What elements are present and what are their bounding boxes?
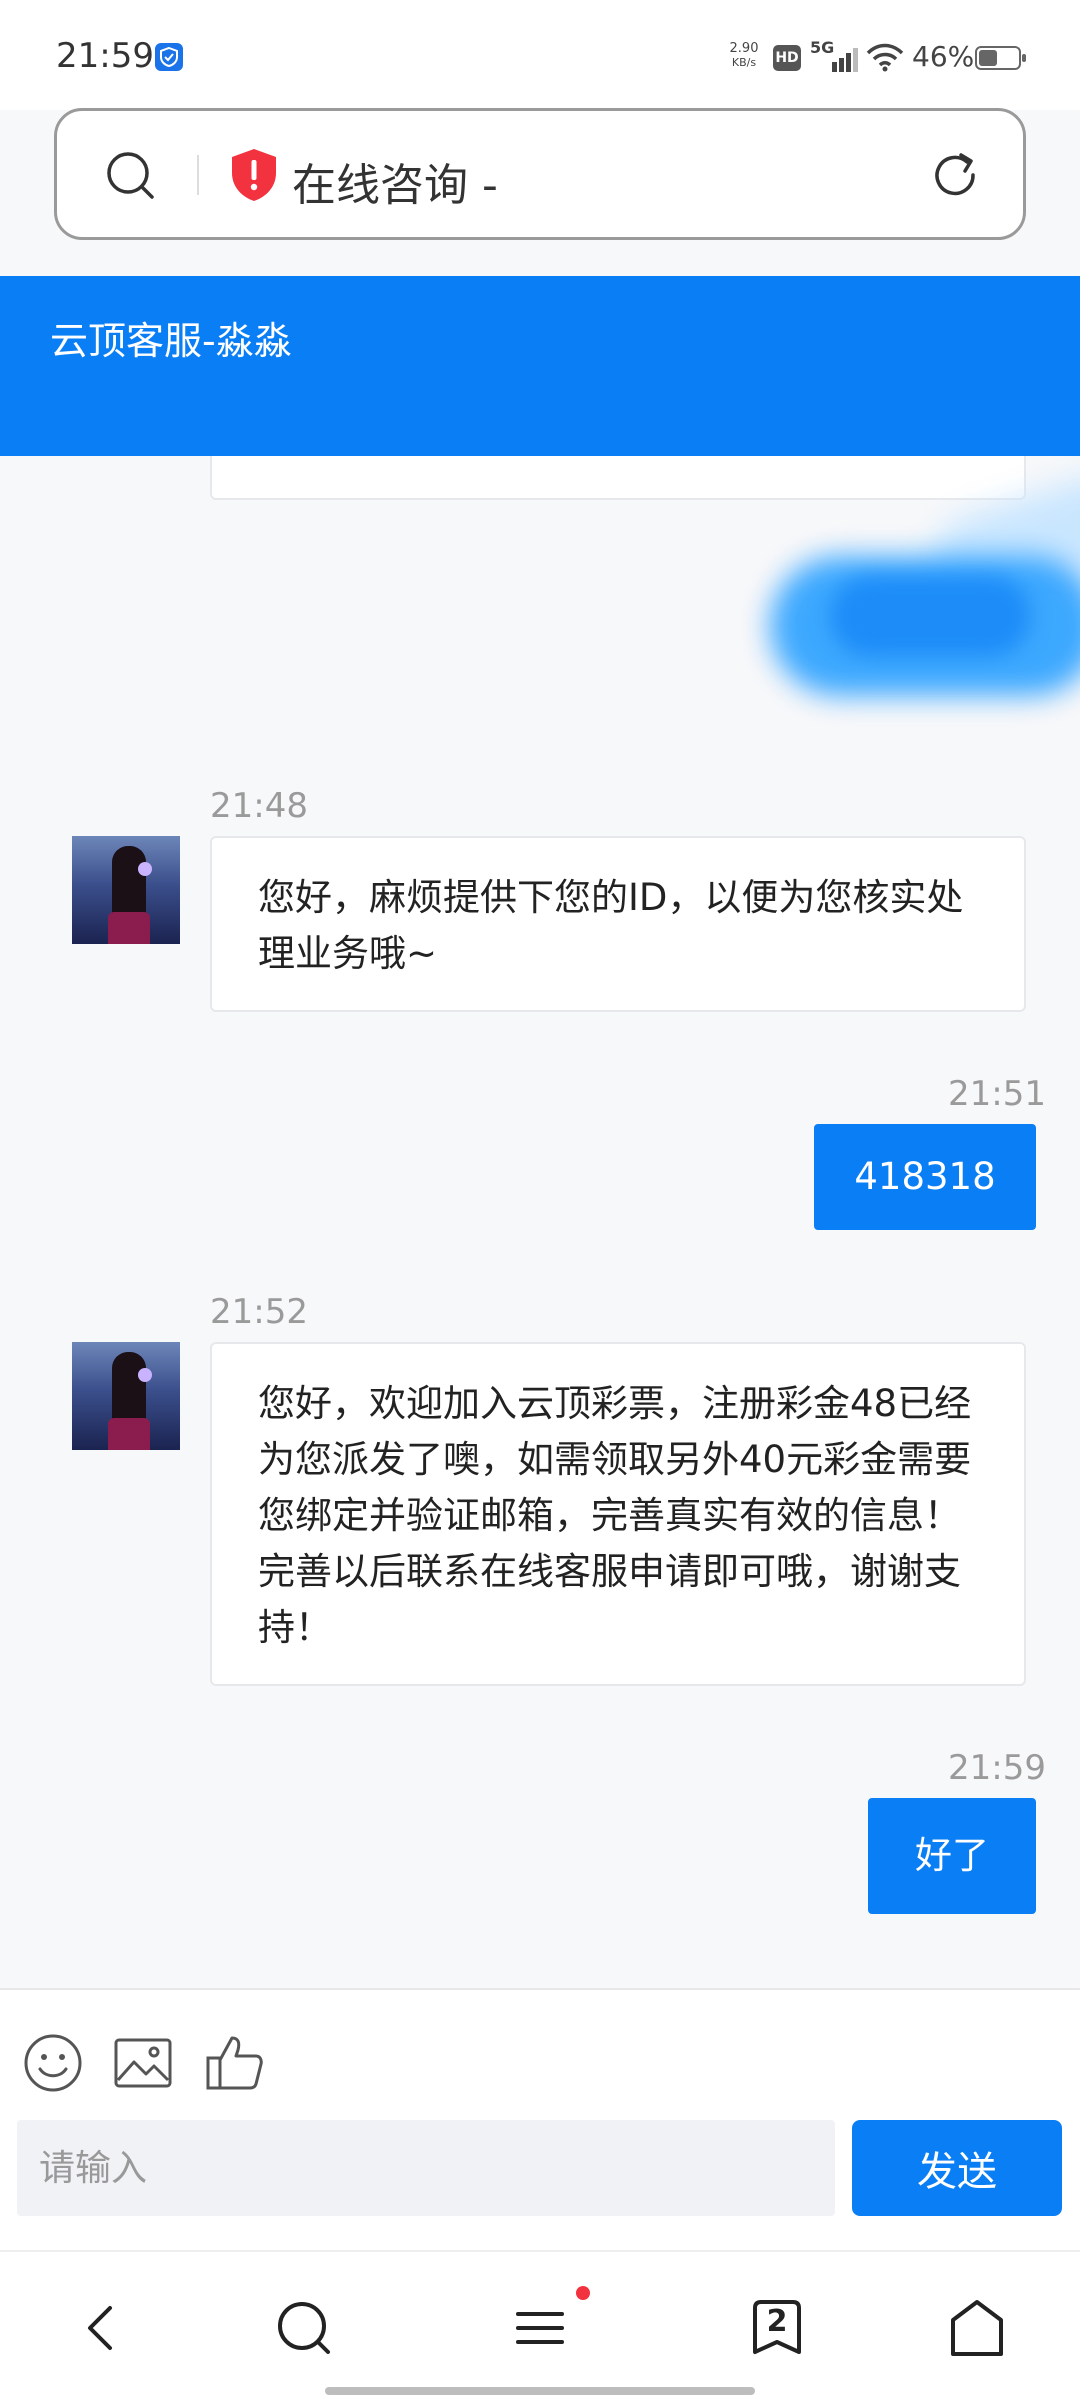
address-divider: [197, 155, 199, 195]
agent-avatar[interactable]: [72, 836, 180, 944]
page-title: 在线咨询 -: [292, 160, 498, 211]
previous-message-bubble: [210, 456, 1026, 500]
home-icon[interactable]: [945, 2296, 1009, 2360]
outgoing-message-bubble: 418318: [814, 1124, 1036, 1230]
search-icon[interactable]: [102, 147, 158, 203]
incoming-message-bubble: 您好，麻烦提供下您的ID，以便为您核实处理业务哦~: [210, 836, 1026, 1012]
message-input[interactable]: [17, 2120, 835, 2216]
agent-avatar[interactable]: [72, 1342, 180, 1450]
chat-title: 云顶客服-淼淼: [50, 319, 292, 363]
tab-count: 2: [766, 2304, 788, 2339]
notification-dot: [576, 2286, 590, 2300]
wifi-icon: [866, 43, 904, 72]
browser-address-bar[interactable]: 在线咨询 -: [54, 108, 1026, 240]
chat-header: 云顶客服-淼淼: [0, 276, 1080, 456]
network-speed-unit: KB/s: [731, 56, 757, 69]
gesture-home-indicator[interactable]: [325, 2387, 755, 2395]
thumbs-up-icon[interactable]: [204, 2032, 266, 2094]
network-speed-value: 2.90: [729, 41, 759, 56]
security-shield-icon: [155, 43, 183, 71]
battery-icon: [975, 46, 1026, 70]
message-time: 21:59: [948, 1748, 1046, 1788]
refresh-icon[interactable]: [927, 147, 983, 203]
redaction-smudge-core: [830, 576, 1030, 656]
message-time: 21:48: [210, 786, 308, 826]
image-icon[interactable]: [112, 2032, 174, 2094]
browser-navigation-bar: 2: [0, 2250, 1080, 2400]
status-bar: 21:59 2.90 KB/s HD 5G 46%: [0, 0, 1080, 110]
status-time: 21:59: [56, 36, 154, 76]
security-warning-icon[interactable]: [229, 147, 279, 203]
message-time: 21:52: [210, 1292, 308, 1332]
emoji-icon[interactable]: [22, 2032, 84, 2094]
message-composer: 发送: [0, 1988, 1080, 2250]
battery-percentage: 46%: [912, 40, 975, 73]
hd-badge: HD: [773, 45, 801, 71]
search-icon[interactable]: [272, 2296, 336, 2360]
incoming-message-bubble: 您好，欢迎加入云顶彩票，注册彩金48已经为您派发了噢，如需领取另外40元彩金需要…: [210, 1342, 1026, 1686]
send-button[interactable]: 发送: [852, 2120, 1062, 2216]
outgoing-message-bubble: 好了: [868, 1798, 1036, 1914]
signal-strength-icon: [832, 48, 858, 72]
network-speed: 2.90 KB/s: [727, 42, 761, 70]
back-icon[interactable]: [70, 2296, 134, 2360]
message-time: 21:51: [948, 1074, 1046, 1114]
menu-icon[interactable]: [508, 2296, 572, 2360]
message-list[interactable]: 21:48 您好，麻烦提供下您的ID，以便为您核实处理业务哦~ 21:51 41…: [0, 456, 1080, 1988]
